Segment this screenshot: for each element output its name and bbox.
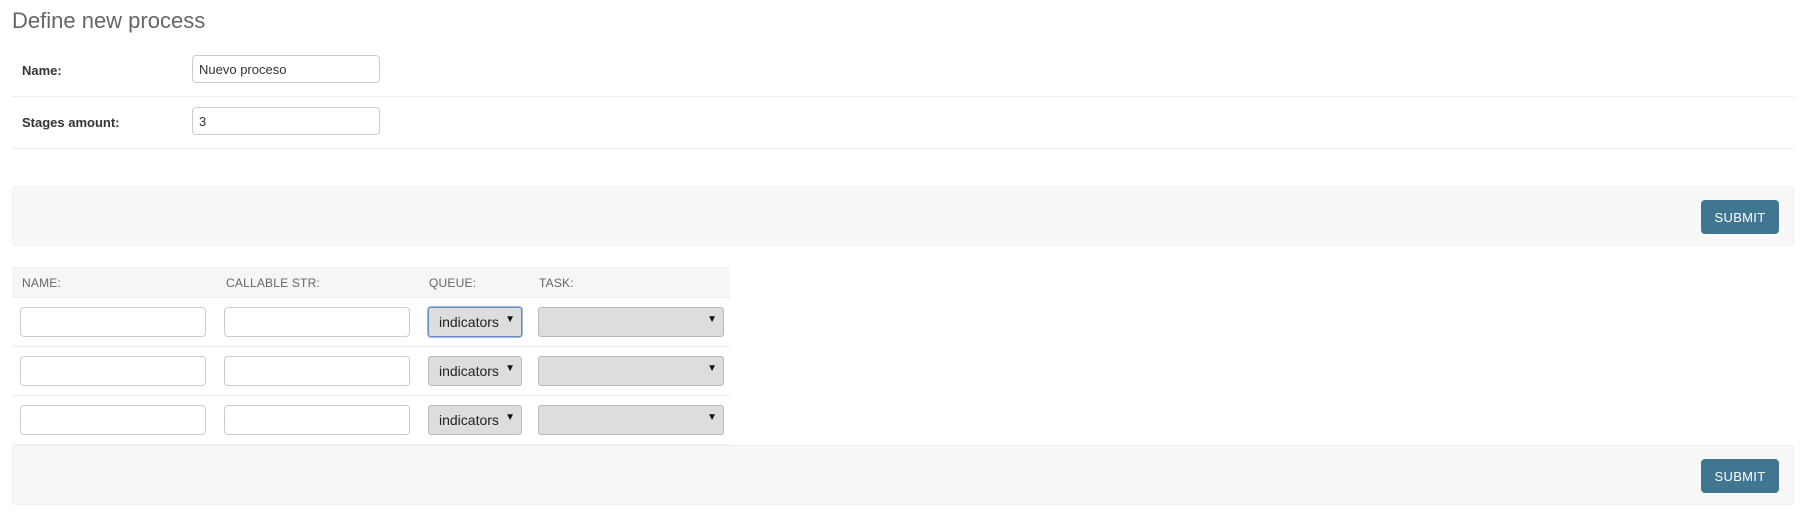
header-task: TASK: bbox=[539, 276, 574, 290]
caret-down-icon: ▼ bbox=[505, 412, 515, 423]
queue-select[interactable]: indicators ▼ bbox=[428, 307, 522, 337]
submit-row-top: SUBMIT bbox=[12, 186, 1794, 246]
stages-amount-label: Stages amount: bbox=[22, 115, 120, 130]
name-label: Name: bbox=[22, 63, 62, 78]
stage-name-input[interactable] bbox=[20, 405, 206, 435]
form-row-name: Name: bbox=[12, 45, 1794, 97]
table-row: indicators ▼ ▼ bbox=[12, 396, 730, 445]
queue-select-value: indicators bbox=[439, 412, 499, 428]
header-callable-str: CALLABLE STR: bbox=[226, 276, 320, 290]
caret-down-icon: ▼ bbox=[505, 363, 515, 374]
stage-callable-input[interactable] bbox=[224, 405, 410, 435]
caret-down-icon: ▼ bbox=[707, 314, 717, 325]
caret-down-icon: ▼ bbox=[505, 314, 515, 325]
queue-select[interactable]: indicators ▼ bbox=[428, 356, 522, 386]
page-title: Define new process bbox=[12, 8, 206, 33]
submit-button-top[interactable]: SUBMIT bbox=[1701, 200, 1779, 234]
stages-amount-input[interactable] bbox=[192, 107, 380, 135]
form-row-stages-amount: Stages amount: bbox=[12, 97, 1794, 149]
task-select[interactable]: ▼ bbox=[538, 405, 724, 435]
table-row: indicators ▼ ▼ bbox=[12, 347, 730, 396]
stage-name-input[interactable] bbox=[20, 356, 206, 386]
task-select[interactable]: ▼ bbox=[538, 307, 724, 337]
stages-table: NAME: CALLABLE STR: QUEUE: TASK: indicat… bbox=[12, 267, 730, 445]
name-input[interactable] bbox=[192, 55, 380, 83]
caret-down-icon: ▼ bbox=[707, 412, 717, 423]
header-queue: QUEUE: bbox=[429, 276, 477, 290]
define-process-page: Define new process Name: Stages amount: … bbox=[0, 0, 1808, 523]
stage-callable-input[interactable] bbox=[224, 307, 410, 337]
stages-table-header: NAME: CALLABLE STR: QUEUE: TASK: bbox=[12, 267, 730, 298]
queue-select-value: indicators bbox=[439, 363, 499, 379]
table-row: indicators ▼ ▼ bbox=[12, 298, 730, 347]
stage-callable-input[interactable] bbox=[224, 356, 410, 386]
caret-down-icon: ▼ bbox=[707, 363, 717, 374]
queue-select[interactable]: indicators ▼ bbox=[428, 405, 522, 435]
submit-row-bottom: SUBMIT bbox=[12, 445, 1794, 505]
task-select[interactable]: ▼ bbox=[538, 356, 724, 386]
stage-name-input[interactable] bbox=[20, 307, 206, 337]
header-name: NAME: bbox=[22, 276, 62, 290]
queue-select-value: indicators bbox=[439, 314, 499, 330]
submit-button-bottom[interactable]: SUBMIT bbox=[1701, 459, 1779, 493]
